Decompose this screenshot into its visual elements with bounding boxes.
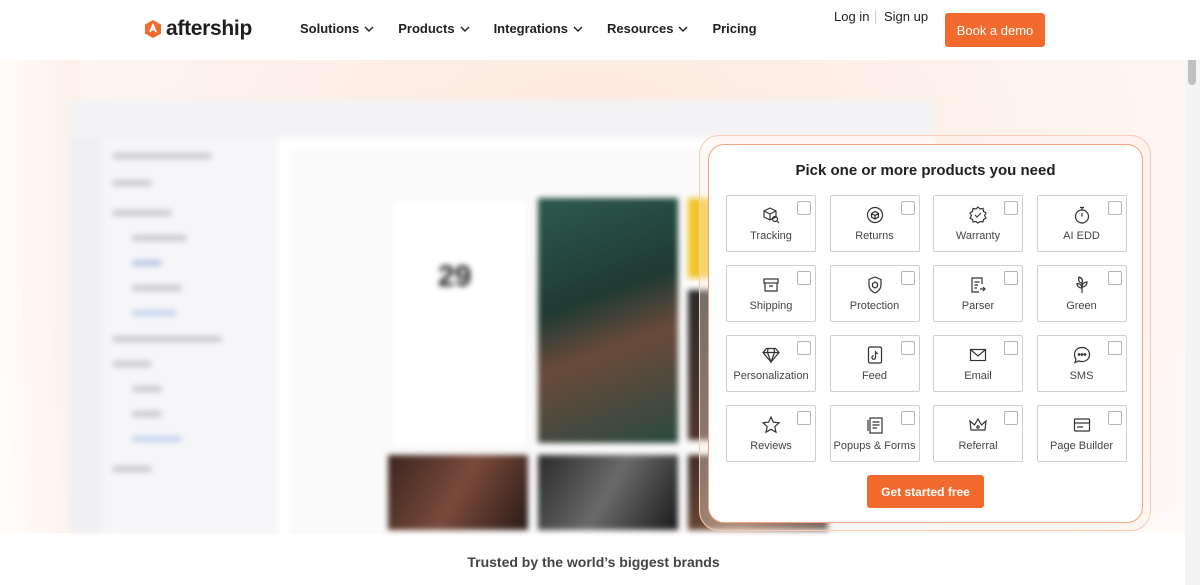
- nav-resources-label: Resources: [606, 21, 674, 36]
- aftership-logo[interactable]: aftership: [143, 17, 252, 41]
- mockup-sidebar-line: [132, 386, 162, 392]
- product-label: Feed: [861, 370, 888, 382]
- mockup-sidebar-line: [132, 411, 162, 417]
- product-tile-shipping[interactable]: Shipping: [726, 265, 816, 322]
- product-picker: Pick one or more products you need Track…: [708, 144, 1143, 523]
- product-tile-email[interactable]: Email: [933, 335, 1023, 392]
- product-tile-green[interactable]: Green: [1036, 265, 1127, 322]
- product-tile-tracking[interactable]: Tracking: [726, 195, 816, 252]
- product-label: Tracking: [750, 230, 792, 242]
- crown-icon: [969, 417, 987, 431]
- mockup-sidebar-line: [112, 466, 152, 472]
- mockup-sidebar-line: [112, 361, 152, 367]
- mockup-icon-rail: [68, 138, 102, 533]
- tiktok-icon: [867, 346, 882, 364]
- package-search-icon: [763, 207, 780, 224]
- nav-resources[interactable]: Resources: [607, 21, 688, 36]
- product-tile-protection[interactable]: Protection: [829, 265, 920, 322]
- mockup-sidebar-line: [132, 260, 162, 266]
- nav-integrations-label: Integrations: [493, 21, 568, 36]
- shipping-box-icon: [763, 278, 779, 292]
- product-label: Green: [1066, 300, 1097, 312]
- product-tile-parser[interactable]: Parser: [933, 265, 1023, 322]
- stopwatch-icon: [1074, 206, 1089, 224]
- top-nav: aftership Solutions Products Integration…: [0, 0, 1200, 60]
- nav-links: Solutions Products Integrations Resource…: [300, 21, 781, 36]
- mockup-sidebar: [102, 138, 278, 533]
- product-tile-referral[interactable]: Referral: [933, 405, 1023, 462]
- product-label: Returns: [855, 230, 894, 242]
- page-scrollbar[interactable]: [1185, 0, 1200, 585]
- mockup-hero-image: [538, 198, 678, 443]
- warranty-badge-icon: [969, 206, 987, 224]
- nav-integrations[interactable]: Integrations: [494, 21, 583, 36]
- trusted-brands-heading: Trusted by the world’s biggest brands: [467, 554, 720, 570]
- star-icon: [761, 415, 781, 434]
- product-tile-personalization[interactable]: Personalization: [726, 335, 816, 392]
- email-icon: [969, 348, 987, 362]
- login-link[interactable]: Log in: [834, 9, 869, 24]
- form-icon: [866, 417, 883, 434]
- return-box-icon: [866, 206, 883, 224]
- mockup-sidebar-line: [132, 436, 182, 442]
- brand-name: aftership: [166, 17, 252, 40]
- mockup-toolbar: [68, 100, 935, 138]
- chat-bubble-icon: [1073, 346, 1090, 364]
- aftership-logo-icon: [145, 20, 161, 38]
- product-label: Referral: [958, 440, 998, 452]
- product-label: Shipping: [749, 300, 793, 312]
- mockup-big-number: 29: [438, 260, 472, 293]
- mockup-sidebar-line: [112, 153, 212, 159]
- mockup-tracking-card: [390, 198, 528, 448]
- chevron-down-icon: [460, 26, 470, 32]
- book-demo-button[interactable]: Book a demo: [945, 13, 1045, 47]
- product-label: Parser: [961, 300, 995, 312]
- product-label: Page Builder: [1050, 440, 1113, 452]
- mockup-thumb-image: [388, 455, 528, 530]
- nav-pricing[interactable]: Pricing: [712, 21, 756, 36]
- product-tile-ai-edd[interactable]: AI EDD: [1036, 195, 1127, 252]
- mockup-sidebar-line: [132, 285, 182, 291]
- mockup-thumb-image: [538, 455, 678, 530]
- nav-products[interactable]: Products: [398, 21, 470, 36]
- mockup-sidebar-line: [112, 210, 172, 216]
- nav-divider: [875, 10, 876, 24]
- nav-solutions[interactable]: Solutions: [300, 21, 374, 36]
- leaf-icon: [1075, 276, 1088, 293]
- product-label: Personalization: [733, 370, 809, 382]
- mockup-sidebar-line: [132, 310, 177, 316]
- diamond-icon: [762, 347, 780, 364]
- product-label: AI EDD: [1063, 230, 1100, 242]
- document-parse-icon: [971, 277, 986, 293]
- product-label: Popups & Forms: [833, 440, 916, 452]
- nav-pricing-label: Pricing: [712, 21, 757, 36]
- chevron-down-icon: [573, 26, 583, 32]
- product-picker-title: Pick one or more products you need: [795, 162, 1056, 179]
- product-label: Protection: [849, 300, 900, 312]
- product-label: Email: [964, 370, 992, 382]
- shield-icon: [867, 276, 882, 294]
- mockup-sidebar-line: [112, 336, 222, 342]
- product-tile-page-builder[interactable]: Page Builder: [1036, 405, 1127, 462]
- product-label: Reviews: [750, 440, 792, 452]
- chevron-down-icon: [364, 26, 374, 32]
- get-started-button[interactable]: Get started free: [867, 475, 984, 508]
- chevron-down-icon: [678, 26, 688, 32]
- nav-solutions-label: Solutions: [300, 21, 360, 36]
- product-tile-popups-forms[interactable]: Popups & Forms: [829, 405, 920, 462]
- product-tile-returns[interactable]: Returns: [829, 195, 920, 252]
- product-tile-warranty[interactable]: Warranty: [933, 195, 1023, 252]
- product-tile-feed[interactable]: Feed: [829, 335, 920, 392]
- nav-products-label: Products: [398, 21, 455, 36]
- product-label: SMS: [1069, 370, 1094, 382]
- product-grid: Tracking Returns Warranty AI EDD Shippin…: [726, 195, 1127, 462]
- mockup-sidebar-line: [132, 235, 187, 241]
- product-tile-sms[interactable]: SMS: [1036, 335, 1127, 392]
- page-builder-icon: [1073, 418, 1090, 432]
- product-label: Warranty: [955, 230, 1001, 242]
- signup-link[interactable]: Sign up: [884, 9, 928, 24]
- mockup-sidebar-line: [112, 180, 152, 186]
- product-tile-reviews[interactable]: Reviews: [726, 405, 816, 462]
